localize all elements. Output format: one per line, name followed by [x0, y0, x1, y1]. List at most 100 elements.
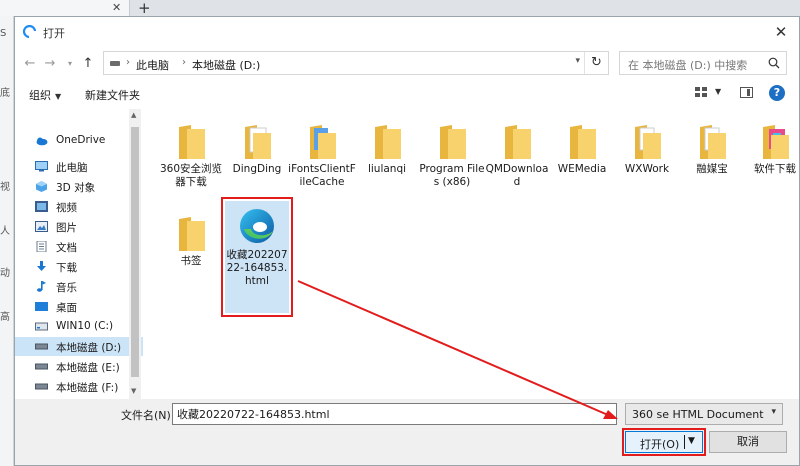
- folder-icon: [763, 125, 789, 159]
- nav-item-label: OneDrive: [56, 134, 106, 146]
- background-text: S: [0, 28, 7, 39]
- file-label: WXWork: [624, 163, 670, 175]
- up-arrow-icon[interactable]: ↑: [79, 55, 97, 73]
- recent-chevron-down-icon[interactable]: ▾: [61, 55, 79, 73]
- scroll-down-icon[interactable]: ▼: [131, 387, 136, 395]
- address-bar[interactable]: › 此电脑 › 本地磁盘 (D:) ▾ ↻: [103, 51, 609, 75]
- nav-item-this-pc[interactable]: 此电脑: [15, 157, 143, 176]
- background-sidebar: S 底 视 人 动 高: [0, 16, 14, 466]
- nav-item-label: 下载: [56, 262, 77, 274]
- refresh-button[interactable]: ↻: [584, 52, 608, 74]
- nav-item-label: 本地磁盘 (F:): [56, 382, 119, 394]
- file-type-select[interactable]: 360 se HTML Document ▾: [625, 403, 783, 425]
- folder-icon: [245, 125, 271, 159]
- close-icon[interactable]: ✕: [112, 1, 121, 14]
- breadcrumb-this-pc[interactable]: 此电脑: [136, 57, 169, 73]
- background-text: 高: [0, 312, 10, 323]
- dialog-title: 打开: [43, 27, 65, 40]
- nav-item-label: 3D 对象: [56, 182, 96, 194]
- nav-item-label: 视频: [56, 202, 77, 214]
- breadcrumb-separator: ›: [126, 57, 130, 68]
- nav-item-onedrive[interactable]: OneDrive: [15, 131, 143, 150]
- folder-item[interactable]: Program Files (x86): [419, 117, 485, 203]
- video-icon: [35, 201, 48, 212]
- nav-item-desktop[interactable]: 桌面: [15, 297, 143, 316]
- nav-item-3d-objects[interactable]: 3D 对象: [15, 177, 143, 196]
- nav-item-drive-f[interactable]: 本地磁盘 (F:): [15, 377, 143, 396]
- folder-item[interactable]: 360安全浏览器下载: [160, 117, 222, 203]
- close-button[interactable]: ✕: [763, 17, 799, 47]
- preview-pane-icon[interactable]: [740, 87, 753, 98]
- dialog-titlebar[interactable]: 打开 ✕: [15, 17, 799, 47]
- scroll-up-icon[interactable]: ▲: [131, 111, 136, 119]
- folder-icon: [505, 125, 531, 159]
- filename-label: 文件名(N):: [121, 409, 175, 422]
- nav-item-documents[interactable]: 文档: [15, 237, 143, 256]
- folder-item[interactable]: WXWork: [617, 117, 677, 203]
- folder-icon: [179, 217, 205, 251]
- chevron-down-icon[interactable]: ▾: [575, 56, 580, 66]
- drive-icon: [35, 343, 48, 350]
- folder-icon: [700, 125, 726, 159]
- breadcrumb-drive-d[interactable]: 本地磁盘 (D:): [192, 57, 260, 73]
- nav-item-label: 音乐: [56, 282, 77, 294]
- nav-item-music[interactable]: 音乐: [15, 277, 143, 296]
- open-file-dialog: 打开 ✕ ← → ▾ ↑ › 此电脑 › 本地磁盘 (D:) ▾ ↻ 在 本地磁…: [14, 16, 800, 466]
- computer-icon: [35, 161, 48, 172]
- background-browser-tab[interactable]: ✕: [0, 0, 130, 16]
- desktop-icon: [35, 302, 48, 311]
- background-text: 底: [0, 88, 10, 99]
- annotation-highlight-box: [221, 197, 293, 317]
- cloud-icon: [36, 137, 48, 146]
- music-icon: [37, 281, 46, 292]
- new-tab-button[interactable]: +: [138, 0, 151, 17]
- dialog-footer: 文件名(N): 360 se HTML Document ▾ 打开(O) ▼ 取…: [15, 399, 799, 465]
- cube-icon: [36, 181, 47, 192]
- back-arrow-icon[interactable]: ←: [21, 55, 39, 73]
- file-label: WEMedia: [557, 163, 607, 175]
- search-input[interactable]: 在 本地磁盘 (D:) 中搜索: [619, 51, 787, 75]
- file-label: 360安全浏览器下载: [159, 163, 223, 188]
- nav-item-drive-c[interactable]: WIN10 (C:): [15, 317, 143, 336]
- nav-item-videos[interactable]: 视频: [15, 197, 143, 216]
- file-list: 360安全浏览器下载 DingDing iFontsClientFileCach…: [145, 109, 799, 399]
- forward-arrow-icon[interactable]: →: [41, 55, 59, 73]
- file-label: DingDing: [232, 163, 282, 175]
- cancel-button[interactable]: 取消: [709, 431, 787, 453]
- nav-item-drive-d[interactable]: 本地磁盘 (D:): [15, 337, 143, 356]
- chevron-down-icon: ▼: [55, 92, 62, 101]
- organize-menu[interactable]: 组织 ▼: [29, 87, 61, 103]
- annotation-highlight-box: [622, 428, 706, 456]
- nav-item-label: 文档: [56, 242, 77, 254]
- nav-item-label: WIN10 (C:): [56, 320, 114, 332]
- folder-item[interactable]: liulanqi: [357, 117, 417, 203]
- folder-item[interactable]: QMDownload: [486, 117, 548, 203]
- nav-item-drive-e[interactable]: 本地磁盘 (E:): [15, 357, 143, 376]
- background-text: 人: [0, 226, 10, 237]
- folder-item[interactable]: iFontsClientFileCache: [288, 117, 356, 203]
- drive-icon: [35, 322, 48, 331]
- breadcrumb-separator: ›: [182, 57, 186, 68]
- view-chevron-down-icon[interactable]: ▼: [715, 87, 721, 96]
- file-label: QMDownload: [485, 163, 549, 188]
- folder-item[interactable]: 书签: [161, 209, 221, 295]
- folder-icon: [635, 125, 661, 159]
- navigation-pane: OneDrive 此电脑 3D 对象 视频 图片 文档 下载 音乐 桌面 WIN…: [15, 109, 143, 399]
- picture-icon: [35, 221, 48, 232]
- file-label: 软件下载: [754, 163, 796, 175]
- drive-icon: [35, 363, 48, 370]
- folder-item[interactable]: WEMedia: [552, 117, 612, 203]
- nav-item-downloads[interactable]: 下载: [15, 257, 143, 276]
- folder-item[interactable]: 融媒宝: [682, 117, 742, 203]
- nav-scrollbar-thumb[interactable]: [131, 127, 139, 377]
- filename-input[interactable]: [172, 403, 617, 425]
- nav-item-pictures[interactable]: 图片: [15, 217, 143, 236]
- folder-item[interactable]: DingDing: [227, 117, 287, 203]
- file-label: Program Files (x86): [419, 163, 485, 188]
- folder-icon: [179, 125, 205, 159]
- help-button[interactable]: ?: [769, 85, 785, 101]
- file-label: iFontsClientFileCache: [288, 163, 356, 188]
- view-grid-icon[interactable]: [695, 87, 707, 98]
- new-folder-button[interactable]: 新建文件夹: [85, 87, 140, 103]
- folder-item[interactable]: 软件下载: [745, 117, 800, 203]
